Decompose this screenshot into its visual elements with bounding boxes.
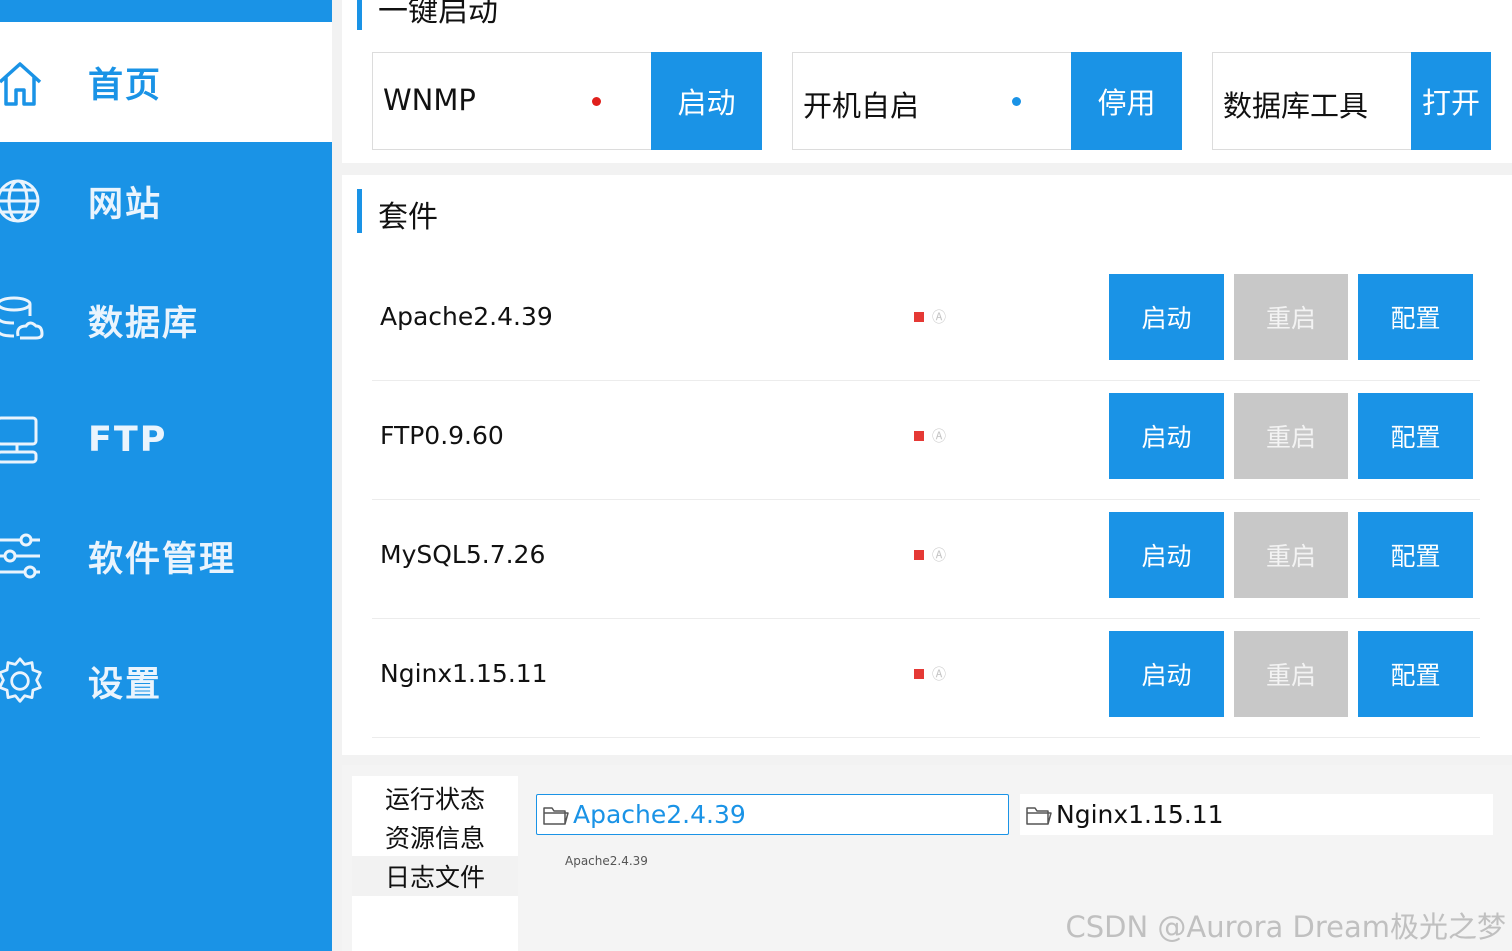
database-icon (0, 292, 44, 348)
watermark: CSDN @Aurora Dream极光之梦 (1065, 910, 1506, 944)
server-icon (0, 412, 44, 468)
service-name: FTP0.9.60 (380, 421, 504, 450)
status-indicator (914, 550, 924, 560)
status-indicator (914, 312, 924, 322)
status-dot (1012, 97, 1021, 106)
sidebar-item-home[interactable]: 首页 (0, 22, 332, 142)
config-button[interactable]: 配置 (1358, 274, 1473, 360)
tab-resource-info[interactable]: 资源信息 (352, 817, 518, 857)
sidebar-item-database[interactable]: 数据库 (0, 260, 332, 380)
folder-icon (1026, 806, 1052, 825)
quick-start-wnmp: WNMP 启动 (372, 52, 762, 150)
sidebar-item-label: FTP (88, 420, 168, 460)
section-accent-bar (357, 0, 362, 30)
sidebar-item-label: 数据库 (88, 303, 200, 344)
sidebar-item-settings[interactable]: 设置 (0, 621, 332, 741)
auto-icon: Ⓐ (932, 310, 946, 326)
sidebar-header (0, 0, 332, 20)
sidebar-item-website[interactable]: 网站 (0, 141, 332, 261)
bottom-tab-list: 运行状态 资源信息 日志文件 (352, 776, 518, 951)
quick-start-title: 一键启动 (378, 0, 498, 29)
file-tab-label: Apache2.4.39 (573, 800, 746, 829)
table-row: MySQL5.7.26 Ⓐ 启动 重启 配置 (372, 500, 1480, 619)
restart-button[interactable]: 重启 (1234, 274, 1348, 360)
sidebar-item-label: 首页 (88, 65, 163, 106)
folder-icon (543, 806, 569, 825)
quick-start-db-tool: 数据库工具 打开 (1212, 52, 1491, 150)
table-row: Apache2.4.39 Ⓐ 启动 重启 配置 (372, 262, 1480, 381)
table-row: FTP0.9.60 Ⓐ 启动 重启 配置 (372, 381, 1480, 500)
section-accent-bar (357, 189, 362, 233)
db-tool-label: 数据库工具 (1223, 89, 1369, 123)
sidebar: 首页 网站 数据库 FTP 软件管理 设置 (0, 0, 332, 951)
restart-button[interactable]: 重启 (1234, 393, 1348, 479)
service-name: Nginx1.15.11 (380, 659, 548, 688)
wnmp-label: WNMP (383, 83, 476, 117)
config-button[interactable]: 配置 (1358, 512, 1473, 598)
status-dot (592, 97, 601, 106)
start-button[interactable]: 启动 (1109, 512, 1224, 598)
autostart-label: 开机自启 (803, 89, 920, 123)
table-row: Nginx1.15.11 Ⓐ 启动 重启 配置 (372, 619, 1480, 738)
config-button[interactable]: 配置 (1358, 631, 1473, 717)
tab-running-status[interactable]: 运行状态 (352, 778, 518, 818)
globe-icon (0, 173, 44, 229)
auto-icon: Ⓐ (932, 667, 946, 683)
quick-start-autostart: 开机自启 停用 (792, 52, 1182, 150)
start-button[interactable]: 启动 (1109, 274, 1224, 360)
restart-button[interactable]: 重启 (1234, 512, 1348, 598)
autostart-disable-button[interactable]: 停用 (1071, 52, 1182, 150)
sliders-icon (0, 528, 44, 584)
auto-icon: Ⓐ (932, 429, 946, 445)
db-tool-open-button[interactable]: 打开 (1411, 52, 1491, 150)
sidebar-item-label: 设置 (88, 664, 163, 705)
tab-log-files[interactable]: 日志文件 (352, 856, 518, 896)
config-button[interactable]: 配置 (1358, 393, 1473, 479)
wnmp-start-button[interactable]: 启动 (651, 52, 762, 150)
service-name: Apache2.4.39 (380, 302, 553, 331)
sidebar-item-ftp[interactable]: FTP (0, 380, 332, 500)
sidebar-item-label: 软件管理 (88, 539, 237, 580)
start-button[interactable]: 启动 (1109, 631, 1224, 717)
service-name: MySQL5.7.26 (380, 540, 546, 569)
home-icon (0, 54, 44, 110)
sidebar-item-software[interactable]: 软件管理 (0, 496, 332, 616)
log-file-tab-nginx[interactable]: Nginx1.15.11 (1020, 794, 1493, 835)
sidebar-item-label: 网站 (88, 184, 163, 225)
status-indicator (914, 431, 924, 441)
auto-icon: Ⓐ (932, 548, 946, 564)
restart-button[interactable]: 重启 (1234, 631, 1348, 717)
status-indicator (914, 669, 924, 679)
log-file-tab-apache[interactable]: Apache2.4.39 (536, 794, 1009, 835)
start-button[interactable]: 启动 (1109, 393, 1224, 479)
log-content: Apache2.4.39 (565, 854, 648, 868)
gear-icon (0, 653, 44, 709)
file-tab-label: Nginx1.15.11 (1056, 800, 1224, 829)
suite-title: 套件 (378, 200, 438, 235)
